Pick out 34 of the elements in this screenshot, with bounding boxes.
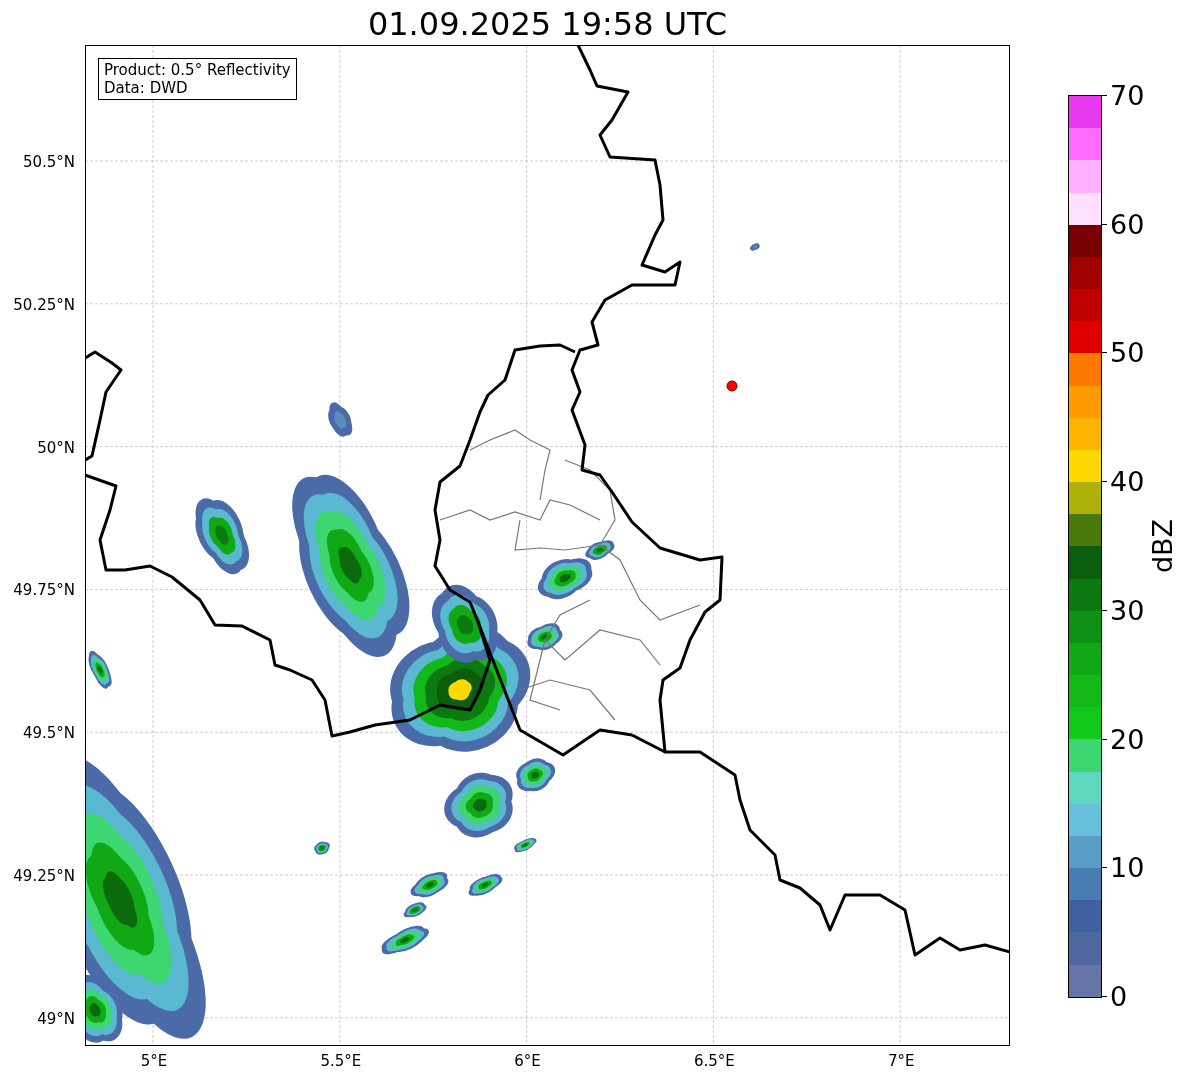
radar-echo xyxy=(468,874,503,896)
axis-tick-label: 7°E xyxy=(887,1052,915,1070)
axis-tick-label: 49.25°N xyxy=(13,867,75,885)
radar-echo xyxy=(328,402,353,437)
colorbar-tick-label: 50 xyxy=(1110,336,1145,368)
radar-echo xyxy=(381,925,429,955)
legend-text: Product: 0.5° Reflectivity xyxy=(104,61,291,79)
colorbar-tick-label: 30 xyxy=(1110,594,1145,626)
radar-echo xyxy=(403,902,427,918)
colorbar-tick-label: 10 xyxy=(1110,851,1145,883)
axis-tick-label: 50.25°N xyxy=(13,295,75,314)
colorbar-tick-label: 20 xyxy=(1110,723,1145,755)
axis-tick-label: 49.5°N xyxy=(22,724,75,743)
axis-tick-label: 49°N xyxy=(37,1009,75,1028)
legend-text: Data: DWD xyxy=(104,79,189,97)
radar-echo xyxy=(410,872,449,898)
axis-tick-label: 50°N xyxy=(37,438,75,457)
radar-echo xyxy=(314,841,330,855)
radar-echo xyxy=(750,243,760,251)
radar-site-marker xyxy=(726,380,738,392)
axis-tick-label: 6.5°E xyxy=(693,1052,735,1070)
colorbar-tick-label: 70 xyxy=(1110,79,1145,111)
axis-tick-label: 5°E xyxy=(140,1052,168,1070)
colorbar-tick-label: 60 xyxy=(1110,208,1145,240)
axis-tick-label: 49.75°N xyxy=(13,581,75,600)
radar-echo xyxy=(516,758,556,792)
chart-title: 01.09.2025 19:58 UTC xyxy=(366,4,729,45)
axis-tick-label: 50.5°N xyxy=(22,153,75,171)
colorbar-tick-label: 0 xyxy=(1110,980,1128,1012)
axis-tick-label: 5.5°E xyxy=(320,1052,362,1070)
colorbar-tick-label: 40 xyxy=(1110,465,1145,497)
colorbar-label: dBZ xyxy=(1146,518,1178,574)
axis-tick-label: 6°E xyxy=(514,1052,541,1070)
radar-echo xyxy=(88,650,112,689)
